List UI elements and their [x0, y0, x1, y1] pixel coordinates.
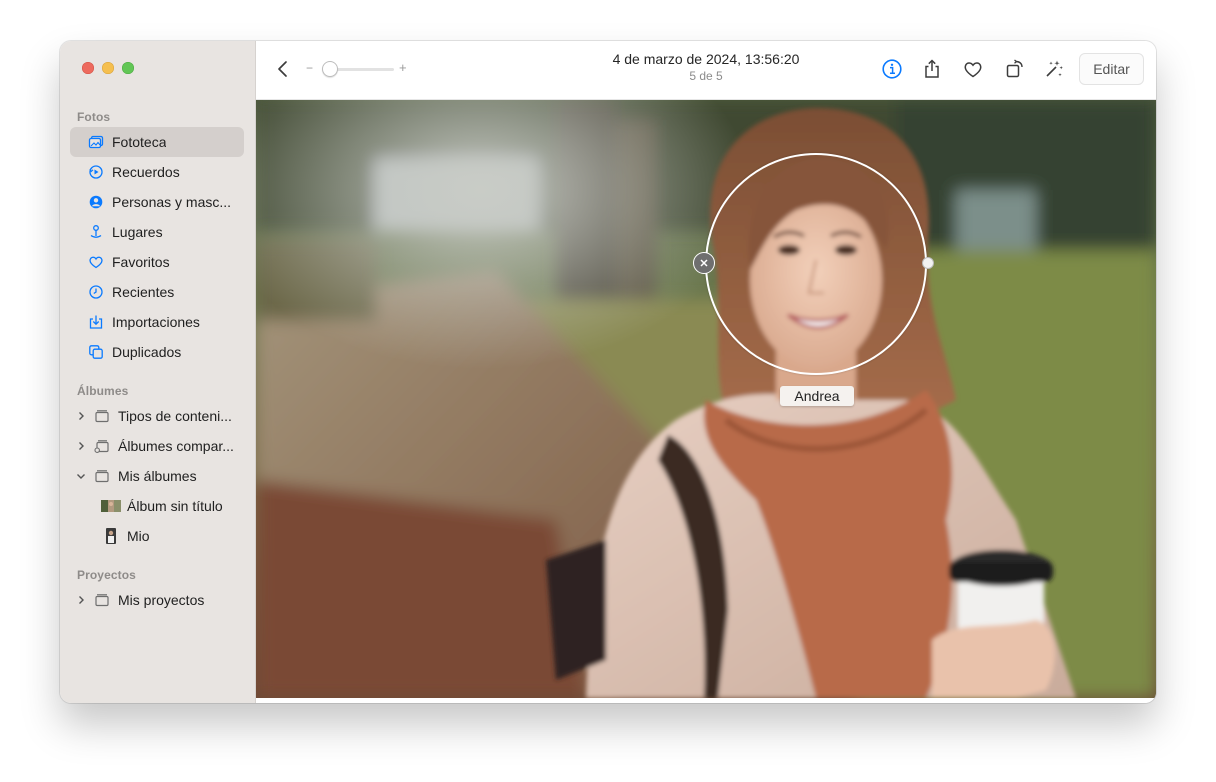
- toolbar: − + 4 de marzo de 2024, 13:56:20 5 de 5 …: [256, 41, 1156, 100]
- info-icon: [882, 59, 902, 79]
- folder-icon: [94, 408, 110, 424]
- zoom-in-button[interactable]: +: [399, 60, 407, 75]
- photo-viewer[interactable]: Andrea: [256, 100, 1156, 698]
- sidebar-item-lugares[interactable]: Lugares: [70, 217, 244, 247]
- close-window-button[interactable]: [82, 62, 94, 74]
- sidebar-item-label: Fototeca: [112, 134, 167, 150]
- sidebar-item-fototeca[interactable]: Fototeca: [70, 127, 244, 157]
- sidebar: Fotos Fototeca Recuerdos Personas y masc…: [60, 41, 256, 703]
- sidebar-item-label: Mio: [127, 528, 150, 544]
- favorite-button[interactable]: [961, 57, 985, 81]
- edit-button[interactable]: Editar: [1079, 53, 1144, 85]
- sidebar-item-label: Personas y masc...: [112, 194, 232, 210]
- minimize-window-button[interactable]: [102, 62, 114, 74]
- people-icon: [88, 194, 104, 210]
- sidebar-item-album-sin-titulo[interactable]: Álbum sin título: [70, 491, 244, 521]
- sidebar-item-label: Álbum sin título: [127, 498, 223, 514]
- photo-image: [256, 100, 1156, 698]
- chevron-down-icon[interactable]: [76, 471, 86, 481]
- zoom-window-button[interactable]: [122, 62, 134, 74]
- enhance-button[interactable]: [1042, 57, 1066, 81]
- info-button[interactable]: [880, 57, 904, 81]
- import-icon: [88, 314, 104, 330]
- duplicates-icon: [88, 344, 104, 360]
- share-button[interactable]: [920, 57, 944, 81]
- sidebar-item-albumes-compartidos[interactable]: Álbumes compar...: [70, 431, 244, 461]
- sidebar-item-label: Lugares: [112, 224, 163, 240]
- photos-window: Fotos Fototeca Recuerdos Personas y masc…: [60, 41, 1156, 703]
- sidebar-item-mio[interactable]: Mio: [70, 521, 244, 551]
- close-icon: [700, 259, 708, 267]
- sidebar-item-label: Favoritos: [112, 254, 170, 270]
- sidebar-item-importaciones[interactable]: Importaciones: [70, 307, 244, 337]
- places-icon: [88, 224, 104, 240]
- sidebar-item-label: Álbumes compar...: [118, 438, 234, 454]
- sidebar-item-recuerdos[interactable]: Recuerdos: [70, 157, 244, 187]
- sidebar-item-recientes[interactable]: Recientes: [70, 277, 244, 307]
- chevron-right-icon[interactable]: [76, 411, 86, 421]
- memories-icon: [88, 164, 104, 180]
- sidebar-item-label: Tipos de conteni...: [118, 408, 232, 424]
- sidebar-item-tipos-de-contenido[interactable]: Tipos de conteni...: [70, 401, 244, 431]
- album-thumbnail-icon: [101, 498, 121, 514]
- sidebar-item-label: Mis álbumes: [118, 468, 197, 484]
- shared-folder-icon: [94, 438, 110, 454]
- back-button[interactable]: [272, 58, 294, 80]
- face-resize-handle[interactable]: [922, 257, 934, 269]
- rotate-icon: [1006, 59, 1023, 78]
- heart-icon: [964, 62, 982, 78]
- sidebar-item-mis-albumes[interactable]: Mis álbumes: [70, 461, 244, 491]
- folder-icon: [94, 468, 110, 484]
- magic-wand-icon: [1046, 60, 1063, 77]
- zoom-out-button[interactable]: −: [306, 61, 313, 75]
- album-thumbnail-icon: [101, 528, 121, 544]
- sidebar-item-label: Importaciones: [112, 314, 200, 330]
- remove-face-button[interactable]: [693, 252, 715, 274]
- photo-date-title: 4 de marzo de 2024, 13:56:20: [612, 51, 800, 67]
- face-detection-ring[interactable]: [705, 153, 927, 375]
- zoom-slider-knob[interactable]: [322, 61, 338, 77]
- section-label-fotos: Fotos: [77, 110, 111, 124]
- sidebar-item-mis-proyectos[interactable]: Mis proyectos: [70, 585, 244, 615]
- section-label-proyectos: Proyectos: [77, 568, 136, 582]
- bottom-strip: [256, 698, 1156, 703]
- heart-icon: [88, 254, 104, 270]
- chevron-right-icon[interactable]: [76, 595, 86, 605]
- chevron-left-icon: [278, 61, 287, 77]
- folder-icon: [94, 592, 110, 608]
- photo-title-area: 4 de marzo de 2024, 13:56:20 5 de 5: [556, 51, 856, 83]
- face-name-label[interactable]: Andrea: [780, 386, 854, 406]
- clock-icon: [88, 284, 104, 300]
- sidebar-item-label: Duplicados: [112, 344, 182, 360]
- sidebar-item-label: Mis proyectos: [118, 592, 205, 608]
- photo-position: 5 de 5: [689, 69, 723, 83]
- sidebar-item-favoritos[interactable]: Favoritos: [70, 247, 244, 277]
- sidebar-item-personas[interactable]: Personas y masc...: [70, 187, 244, 217]
- section-label-albumes: Álbumes: [77, 384, 129, 398]
- sidebar-item-label: Recuerdos: [112, 164, 180, 180]
- rotate-button[interactable]: [1003, 57, 1027, 81]
- sidebar-item-label: Recientes: [112, 284, 175, 300]
- share-icon: [925, 59, 939, 78]
- library-icon: [88, 134, 104, 150]
- chevron-right-icon[interactable]: [76, 441, 86, 451]
- sidebar-item-duplicados[interactable]: Duplicados: [70, 337, 244, 367]
